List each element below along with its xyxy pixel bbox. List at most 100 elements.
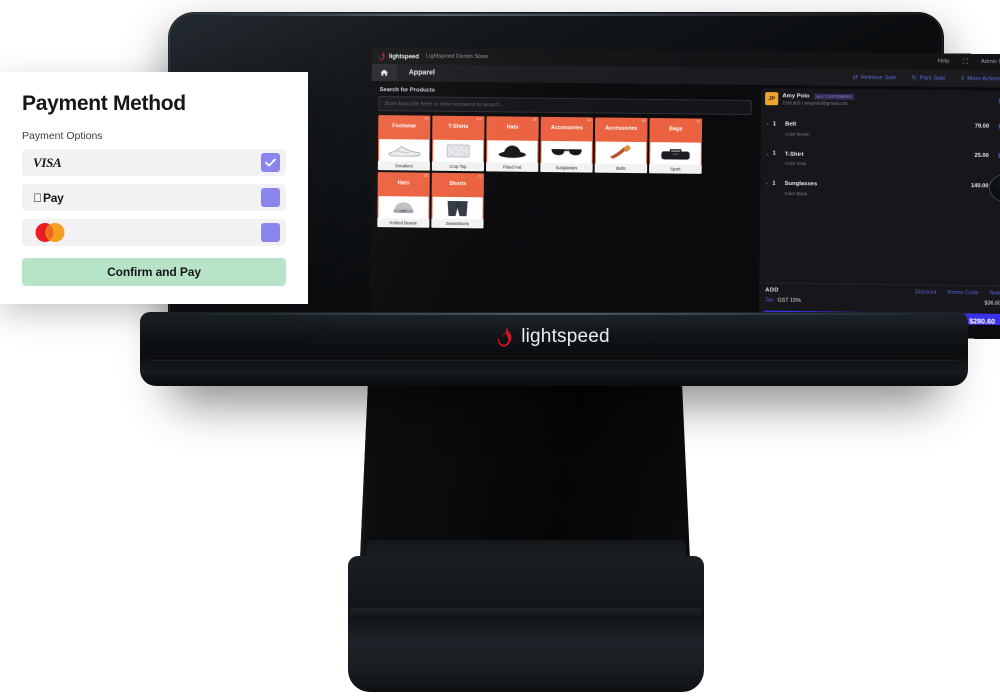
cart-footer-actions: ADD Discount Promo Code Note xyxy=(765,287,1000,296)
cart-line-item[interactable]: ▸ 1 T-Shirt Color Gray 25.00 ▦ xyxy=(760,139,1000,172)
tablet-top-highlight xyxy=(194,14,918,16)
cart-line-item[interactable]: ▸ 1 Sunglasses Color Black 140.00 ▦ xyxy=(760,169,1000,202)
product-tile[interactable]: Accessories 44 Belts xyxy=(594,117,648,174)
tab-apparel[interactable]: Apparel xyxy=(397,69,447,77)
tile-category-header: Bags 11 xyxy=(649,117,703,143)
promo-code-link[interactable]: Promo Code xyxy=(948,290,979,296)
product-search-placeholder: Scan barcode here or enter keyword to se… xyxy=(384,100,505,108)
more-actions-button[interactable]: ≡ More Actions... xyxy=(961,75,1000,82)
payment-option-mastercard[interactable] xyxy=(22,219,286,246)
product-pane: Search for Products Scan barcode here or… xyxy=(369,81,759,336)
tile-count-badge: 44 xyxy=(587,118,592,123)
payment-method-panel: Payment Method Payment Options VISA  Pa… xyxy=(0,72,308,304)
tile-category-header: Shorts 22 xyxy=(431,172,484,198)
product-tile[interactable]: T-Shirts 107 Crop Top xyxy=(431,115,485,172)
park-sale-button[interactable]: ↻ Park Sale xyxy=(912,75,946,81)
tile-category-header: Hats 35 xyxy=(377,172,430,197)
confirm-and-pay-button[interactable]: Confirm and Pay xyxy=(22,258,286,286)
tile-image xyxy=(649,142,702,165)
tile-category-label: Footwear xyxy=(392,123,417,130)
tile-image xyxy=(377,196,430,219)
tile-count-badge: 35 xyxy=(423,173,428,178)
product-tile[interactable]: Hats 35 Knitted Beanie xyxy=(377,172,430,228)
more-actions-label: More Actions... xyxy=(967,75,1000,82)
cart-footer: ADD Discount Promo Code Note Tax GST 15%… xyxy=(759,282,1000,310)
tile-product-name: Crop Top xyxy=(431,161,485,172)
tile-category-label: Shorts xyxy=(449,180,467,188)
register-icon[interactable]: ⛶ xyxy=(963,58,968,65)
visa-logo-text: VISA xyxy=(33,154,62,170)
visa-checkbox[interactable] xyxy=(261,153,280,172)
apple-pay-text: Pay xyxy=(34,190,64,205)
line-price: 25.00 xyxy=(974,153,989,160)
note-link[interactable]: Note xyxy=(990,290,1000,296)
page-title: Payment Method xyxy=(22,92,186,115)
product-tile[interactable]: Bags 11 Sport xyxy=(649,117,703,174)
line-name: Belt xyxy=(785,121,797,128)
stand-base xyxy=(348,556,704,692)
product-tile[interactable]: Footwear 14 Sneakers xyxy=(377,115,431,171)
help-link[interactable]: Help xyxy=(938,58,950,64)
more-icon: ≡ xyxy=(960,75,965,82)
avatar: JP xyxy=(765,92,779,106)
apple-icon:  xyxy=(33,192,42,204)
payment-option-visa[interactable]: VISA xyxy=(22,149,286,176)
tile-count-badge: 14 xyxy=(424,116,429,121)
cart-empty-space xyxy=(759,198,1000,285)
chevron-right-icon: ▸ xyxy=(766,121,769,127)
tile-category-header: Accessories 44 xyxy=(594,117,648,143)
tile-category-label: Accessories xyxy=(605,125,638,132)
tile-image xyxy=(431,196,484,220)
customer-contact: 7161983 | amypolo@gmail.com xyxy=(782,99,848,106)
tile-count-badge: 44 xyxy=(641,118,646,123)
tile-count-badge: 107 xyxy=(476,117,483,122)
payment-panel-inner: Payment Method Payment Options VISA  Pa… xyxy=(0,72,308,286)
user-menu[interactable]: Admin M xyxy=(981,59,1000,65)
sneaker-icon xyxy=(388,145,420,156)
payment-option-apple-pay[interactable]:  Pay xyxy=(22,184,286,211)
mastercard-logo xyxy=(33,222,67,243)
tile-category-header: Accessories 44 xyxy=(540,116,594,142)
customer-name: Amy Polo xyxy=(782,92,810,100)
mastercard-checkbox[interactable] xyxy=(261,223,280,242)
belt-icon xyxy=(609,144,632,159)
base-groove xyxy=(150,358,958,361)
shorts-icon xyxy=(447,200,467,216)
lightspeed-flame-icon xyxy=(498,327,512,347)
cart-customer-row[interactable]: JP Amy Polo ALL CUSTOMERS 7161983 | amyp… xyxy=(761,88,1000,112)
product-search-input[interactable]: Scan barcode here or enter keyword to se… xyxy=(378,96,752,116)
apple-pay-logo:  Pay xyxy=(33,190,64,205)
retrieve-sale-button[interactable]: ⇄ Retrieve Sale xyxy=(853,74,897,80)
tile-product-name: Sport xyxy=(649,164,702,174)
product-tile[interactable]: Hats 35 Fitted Hat xyxy=(486,116,539,172)
tile-product-name: Belts xyxy=(594,163,648,174)
tax-amount: $36.60 xyxy=(984,300,1000,307)
pos-screen: lightspeed Lightspeed Denim Store Help ⛶… xyxy=(369,48,1000,340)
discount-link[interactable]: Discount xyxy=(915,289,936,295)
product-tile[interactable]: Accessories 44 Sunglasses xyxy=(540,116,594,173)
line-price: 79.00 xyxy=(974,123,990,130)
cart-line-item[interactable]: ▸ 1 Belt Color Brown 79.00 ▦ xyxy=(761,109,1000,141)
customer-group-badge: ALL CUSTOMERS xyxy=(813,93,855,100)
check-icon xyxy=(265,158,276,167)
home-button-nav[interactable] xyxy=(371,63,397,82)
line-variant: Color Brown xyxy=(785,131,810,137)
chevron-right-icon: ▸ xyxy=(766,151,769,157)
retrieve-sale-label: Retrieve Sale xyxy=(860,74,897,81)
product-tile[interactable]: Shorts 22 Sweatshorts xyxy=(431,172,484,229)
beanie-icon xyxy=(393,201,414,213)
pos-body: Search for Products Scan barcode here or… xyxy=(369,80,1000,340)
tile-product-name: Sweatshorts xyxy=(431,218,484,229)
tile-count-badge: 11 xyxy=(696,119,701,124)
product-grid: Footwear 14 Sneakers T-Shirts 107 Crop T… xyxy=(377,115,751,232)
apple-pay-checkbox[interactable] xyxy=(261,188,280,207)
tax-name: GST 15% xyxy=(777,297,802,305)
line-qty: 1 xyxy=(772,121,777,128)
tile-count-badge: 22 xyxy=(477,174,482,179)
tile-category-label: Accessories xyxy=(550,124,583,132)
cart-pane: JP Amy Polo ALL CUSTOMERS 7161983 | amyp… xyxy=(758,87,1000,336)
visa-logo: VISA xyxy=(33,154,62,171)
line-price: 140.00 xyxy=(970,182,989,190)
lightspeed-wordmark: lightspeed xyxy=(388,52,419,60)
tile-image xyxy=(594,141,648,165)
